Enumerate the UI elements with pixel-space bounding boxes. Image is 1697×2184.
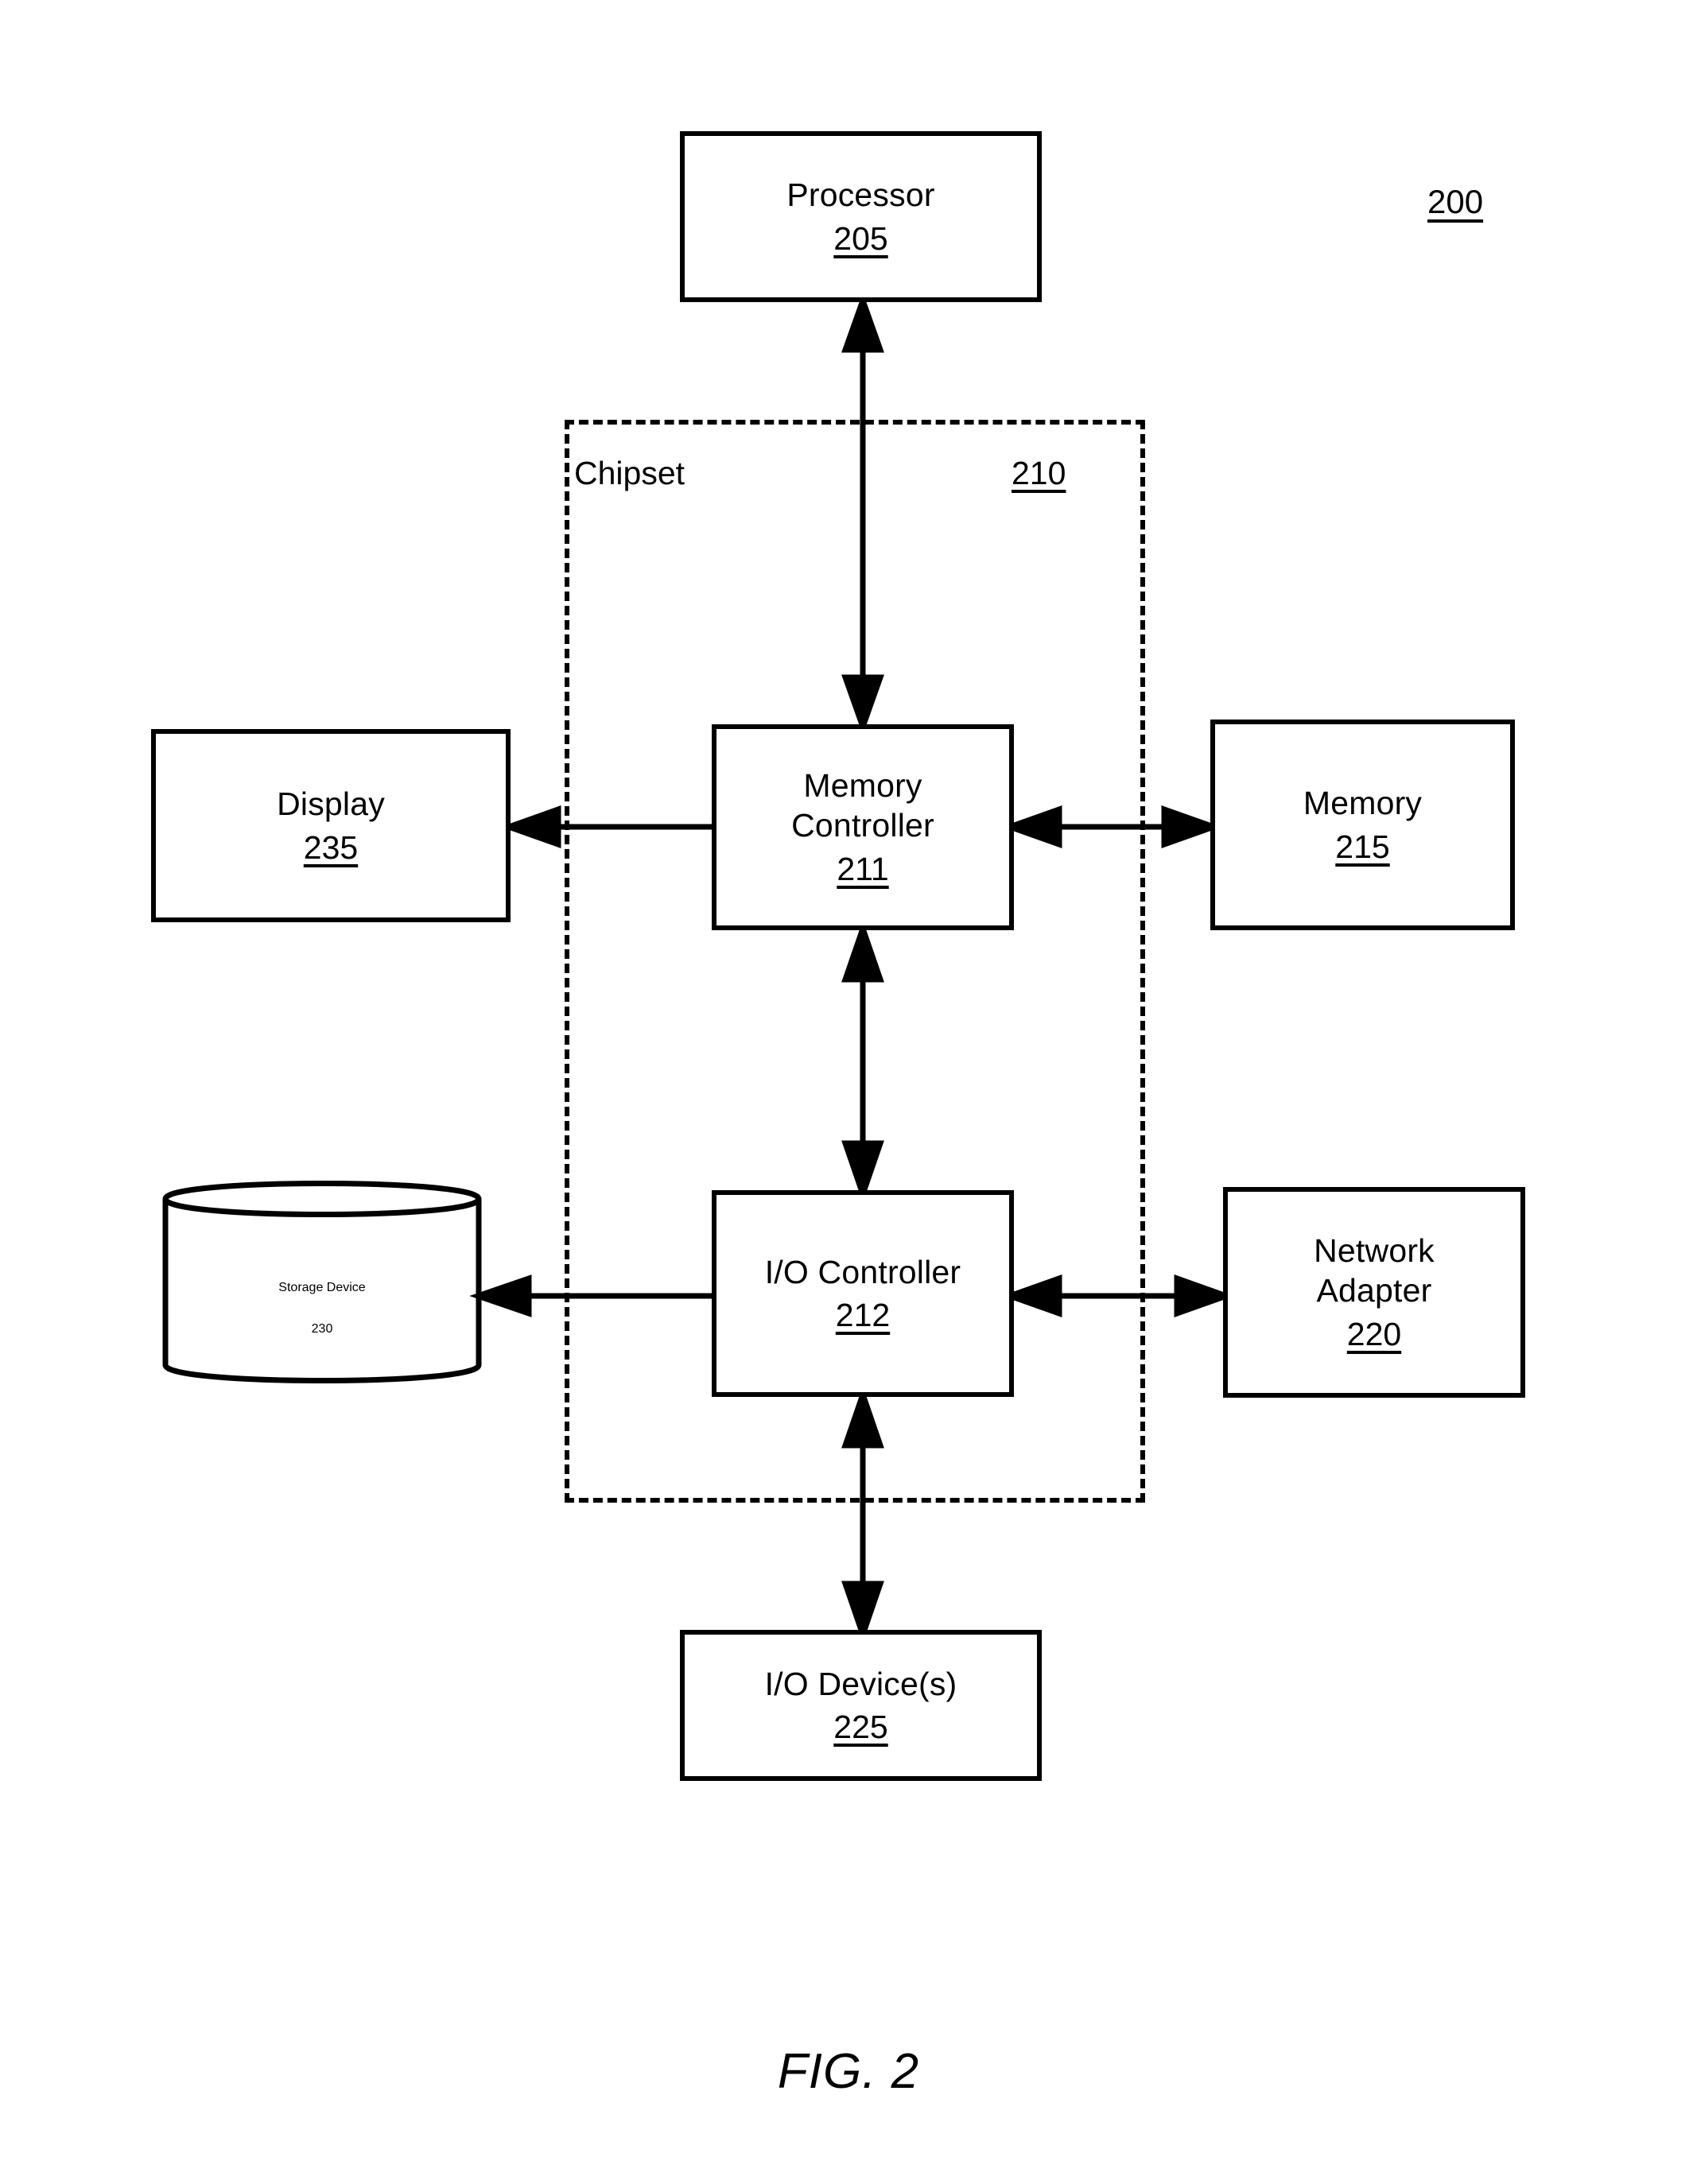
io-controller-block[interactable]: I/O Controller 212: [712, 1190, 1014, 1397]
io-devices-label: I/O Device(s): [764, 1665, 957, 1702]
chipset-label: Chipset: [574, 455, 685, 491]
processor-block[interactable]: Processor 205: [680, 131, 1042, 302]
storage-device-block[interactable]: Storage Device 230: [159, 1181, 485, 1394]
memory-reference-number: 215: [1335, 828, 1390, 865]
figure-reference-number: 200: [1427, 183, 1484, 220]
network-adapter-block[interactable]: Network Adapter 220: [1223, 1187, 1525, 1398]
memory-block[interactable]: Memory 215: [1210, 720, 1515, 930]
memory-controller-block[interactable]: Memory Controller 211: [712, 724, 1014, 930]
display-block[interactable]: Display 235: [151, 729, 511, 922]
io-controller-label: I/O Controller: [764, 1253, 961, 1290]
chipset-reference-number: 210: [1012, 455, 1066, 491]
display-reference-number: 235: [303, 828, 359, 866]
io-devices-block[interactable]: I/O Device(s) 225: [680, 1630, 1042, 1781]
processor-reference-number: 205: [833, 219, 888, 257]
io-controller-reference-number: 212: [835, 1297, 891, 1333]
storage-device-label: Storage Device: [278, 1281, 366, 1294]
memory-controller-label-line2: Controller: [791, 807, 934, 844]
network-adapter-label-line2: Adapter: [1316, 1272, 1432, 1309]
memory-controller-reference-number: 211: [837, 850, 889, 887]
network-adapter-reference-number: 220: [1346, 1315, 1402, 1352]
network-adapter-label-line1: Network: [1314, 1232, 1435, 1270]
memory-controller-label-line1: Memory: [803, 767, 922, 805]
figure-caption: FIG. 2: [777, 2044, 920, 2099]
processor-label: Processor: [786, 177, 935, 214]
storage-device-reference-number: 230: [311, 1322, 333, 1336]
io-devices-reference-number: 225: [833, 1709, 888, 1745]
memory-label: Memory: [1303, 785, 1423, 822]
display-label: Display: [277, 786, 385, 823]
figure-canvas: 200 Chipset 210 Processor 205 Display 23…: [0, 0, 1697, 2184]
